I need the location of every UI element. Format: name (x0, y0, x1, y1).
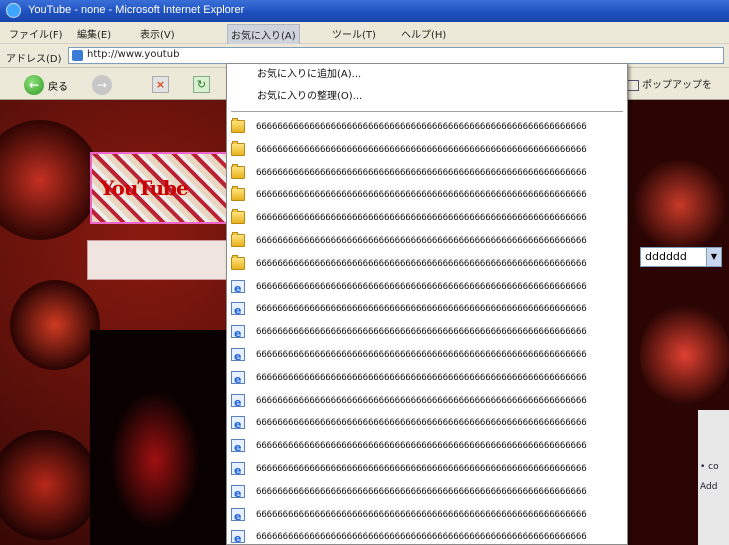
folder-icon (231, 118, 245, 133)
page-icon (231, 506, 245, 528)
page-icon (231, 437, 245, 459)
favorite-item[interactable]: 6666666666666666666666666666666666666666… (227, 435, 627, 459)
favorite-item-label: 6666666666666666666666666666666666666666… (256, 234, 587, 246)
folder-icon (231, 254, 245, 270)
right-panel-text: • co (700, 462, 719, 472)
title-bar: YouTube - none - Microsoft Internet Expl… (0, 0, 729, 22)
address-input[interactable]: http://www.youtub (68, 47, 724, 64)
folder-icon (231, 231, 245, 247)
favorite-item[interactable]: 6666666666666666666666666666666666666666… (227, 367, 627, 391)
favorite-item-label: 6666666666666666666666666666666666666666… (256, 143, 587, 155)
refresh-icon[interactable]: ↻ (193, 76, 210, 93)
favorite-item-label: 6666666666666666666666666666666666666666… (256, 189, 587, 201)
page-icon (231, 414, 245, 436)
popup-blocker-button[interactable]: ポップアップを (626, 76, 712, 91)
favorite-item-label: 6666666666666666666666666666666666666666… (256, 121, 587, 132)
menu-help[interactable]: ヘルプ(H) (398, 26, 449, 41)
menu-bar: ファイル(F) 編集(E) 表示(V) お気に入り(A) ツール(T) ヘルプ(… (0, 22, 729, 45)
favorite-item[interactable]: 6666666666666666666666666666666666666666… (227, 230, 627, 253)
menu-edit[interactable]: 編集(E) (74, 26, 114, 41)
page-icon (231, 528, 245, 544)
address-label: アドレス(D) (6, 54, 62, 65)
favorite-item-label: 6666666666666666666666666666666666666666… (256, 394, 587, 406)
decoration (0, 430, 100, 540)
favorite-item-label: 6666666666666666666666666666666666666666… (256, 485, 587, 497)
menu-file[interactable]: ファイル(F) (6, 26, 66, 41)
page-icon (231, 300, 245, 322)
favorite-item[interactable]: 6666666666666666666666666666666666666666… (227, 526, 627, 544)
decoration (110, 390, 200, 530)
page-icon (231, 460, 245, 482)
favorite-item-label: 6666666666666666666666666666666666666666… (256, 326, 587, 338)
favorite-item-label: 6666666666666666666666666666666666666666… (256, 508, 587, 520)
favorite-item[interactable]: 6666666666666666666666666666666666666666… (227, 412, 627, 436)
menu-tools[interactable]: ツール(T) (329, 26, 379, 41)
decoration (10, 280, 100, 370)
menu-view[interactable]: 表示(V) (137, 26, 178, 41)
decoration (0, 120, 100, 240)
favorite-item[interactable]: 6666666666666666666666666666666666666666… (227, 139, 627, 162)
favorite-item-label: 6666666666666666666666666666666666666666… (256, 462, 587, 474)
favorite-item-label: 6666666666666666666666666666666666666666… (256, 531, 587, 543)
favorite-item[interactable]: 6666666666666666666666666666666666666666… (227, 458, 627, 482)
stop-icon[interactable]: × (152, 76, 169, 93)
favorite-item[interactable]: 6666666666666666666666666666666666666666… (227, 207, 627, 230)
favorites-menu: お気に入りに追加(A)... お気に入りの整理(O)... 6666666666… (226, 63, 628, 545)
favorite-item-label: 6666666666666666666666666666666666666666… (256, 417, 587, 429)
favorite-item[interactable]: 6666666666666666666666666666666666666666… (227, 298, 627, 322)
page-icon (231, 392, 245, 414)
favorite-item-label: 6666666666666666666666666666666666666666… (256, 212, 587, 224)
right-panel: • co Add (698, 410, 729, 545)
folder-icon (231, 209, 245, 225)
right-panel-text[interactable]: Add (700, 482, 717, 492)
add-to-favorites[interactable]: お気に入りに追加(A)... (227, 64, 627, 86)
window-title: YouTube - none - Microsoft Internet Expl… (28, 4, 245, 16)
folder-icon (231, 140, 245, 156)
menu-separator (231, 111, 623, 112)
favorite-item-label: 6666666666666666666666666666666666666666… (256, 166, 587, 178)
page-icon (72, 50, 83, 61)
address-url: http://www.youtub (87, 49, 180, 60)
page-icon (231, 278, 245, 300)
decoration (640, 300, 729, 410)
decoration (630, 160, 729, 250)
back-arrow-icon[interactable]: ← (24, 75, 44, 95)
search-area (87, 240, 232, 280)
favorite-item[interactable]: 6666666666666666666666666666666666666666… (227, 504, 627, 528)
page-icon (231, 323, 245, 345)
favorite-item[interactable]: 6666666666666666666666666666666666666666… (227, 344, 627, 368)
popup-label: ポップアップを (642, 80, 712, 91)
favorite-item[interactable]: 6666666666666666666666666666666666666666… (227, 253, 627, 276)
favorite-item-label: 6666666666666666666666666666666666666666… (256, 303, 587, 315)
favorite-item[interactable]: 6666666666666666666666666666666666666666… (227, 162, 627, 185)
folder-icon (231, 163, 245, 179)
forward-arrow-icon[interactable]: → (92, 75, 112, 95)
favorite-item-label: 6666666666666666666666666666666666666666… (256, 371, 587, 383)
page-dropdown[interactable]: dddddd ▼ (640, 247, 722, 267)
favorite-item[interactable]: 6666666666666666666666666666666666666666… (227, 116, 627, 139)
youtube-logo[interactable]: YouTube (90, 152, 230, 224)
favorite-item[interactable]: 6666666666666666666666666666666666666666… (227, 481, 627, 505)
folder-icon (231, 186, 245, 202)
ie-logo-icon (6, 3, 21, 18)
favorite-item[interactable]: 6666666666666666666666666666666666666666… (227, 184, 627, 207)
dropdown-value: dddddd (645, 250, 687, 263)
menu-favorites[interactable]: お気に入り(A) (227, 24, 300, 45)
page-icon (231, 369, 245, 391)
favorite-item-label: 6666666666666666666666666666666666666666… (256, 348, 587, 360)
organize-favorites[interactable]: お気に入りの整理(O)... (227, 86, 627, 108)
favorite-item-label: 6666666666666666666666666666666666666666… (256, 257, 587, 269)
favorite-item[interactable]: 6666666666666666666666666666666666666666… (227, 276, 627, 300)
favorite-item[interactable]: 6666666666666666666666666666666666666666… (227, 390, 627, 414)
favorite-item-label: 6666666666666666666666666666666666666666… (256, 280, 587, 292)
favorite-item-label: 6666666666666666666666666666666666666666… (256, 440, 587, 452)
page-icon (231, 483, 245, 505)
page-icon (231, 346, 245, 368)
back-label[interactable]: 戻る (48, 78, 68, 93)
favorite-item[interactable]: 6666666666666666666666666666666666666666… (227, 321, 627, 345)
chevron-down-icon: ▼ (706, 248, 721, 266)
